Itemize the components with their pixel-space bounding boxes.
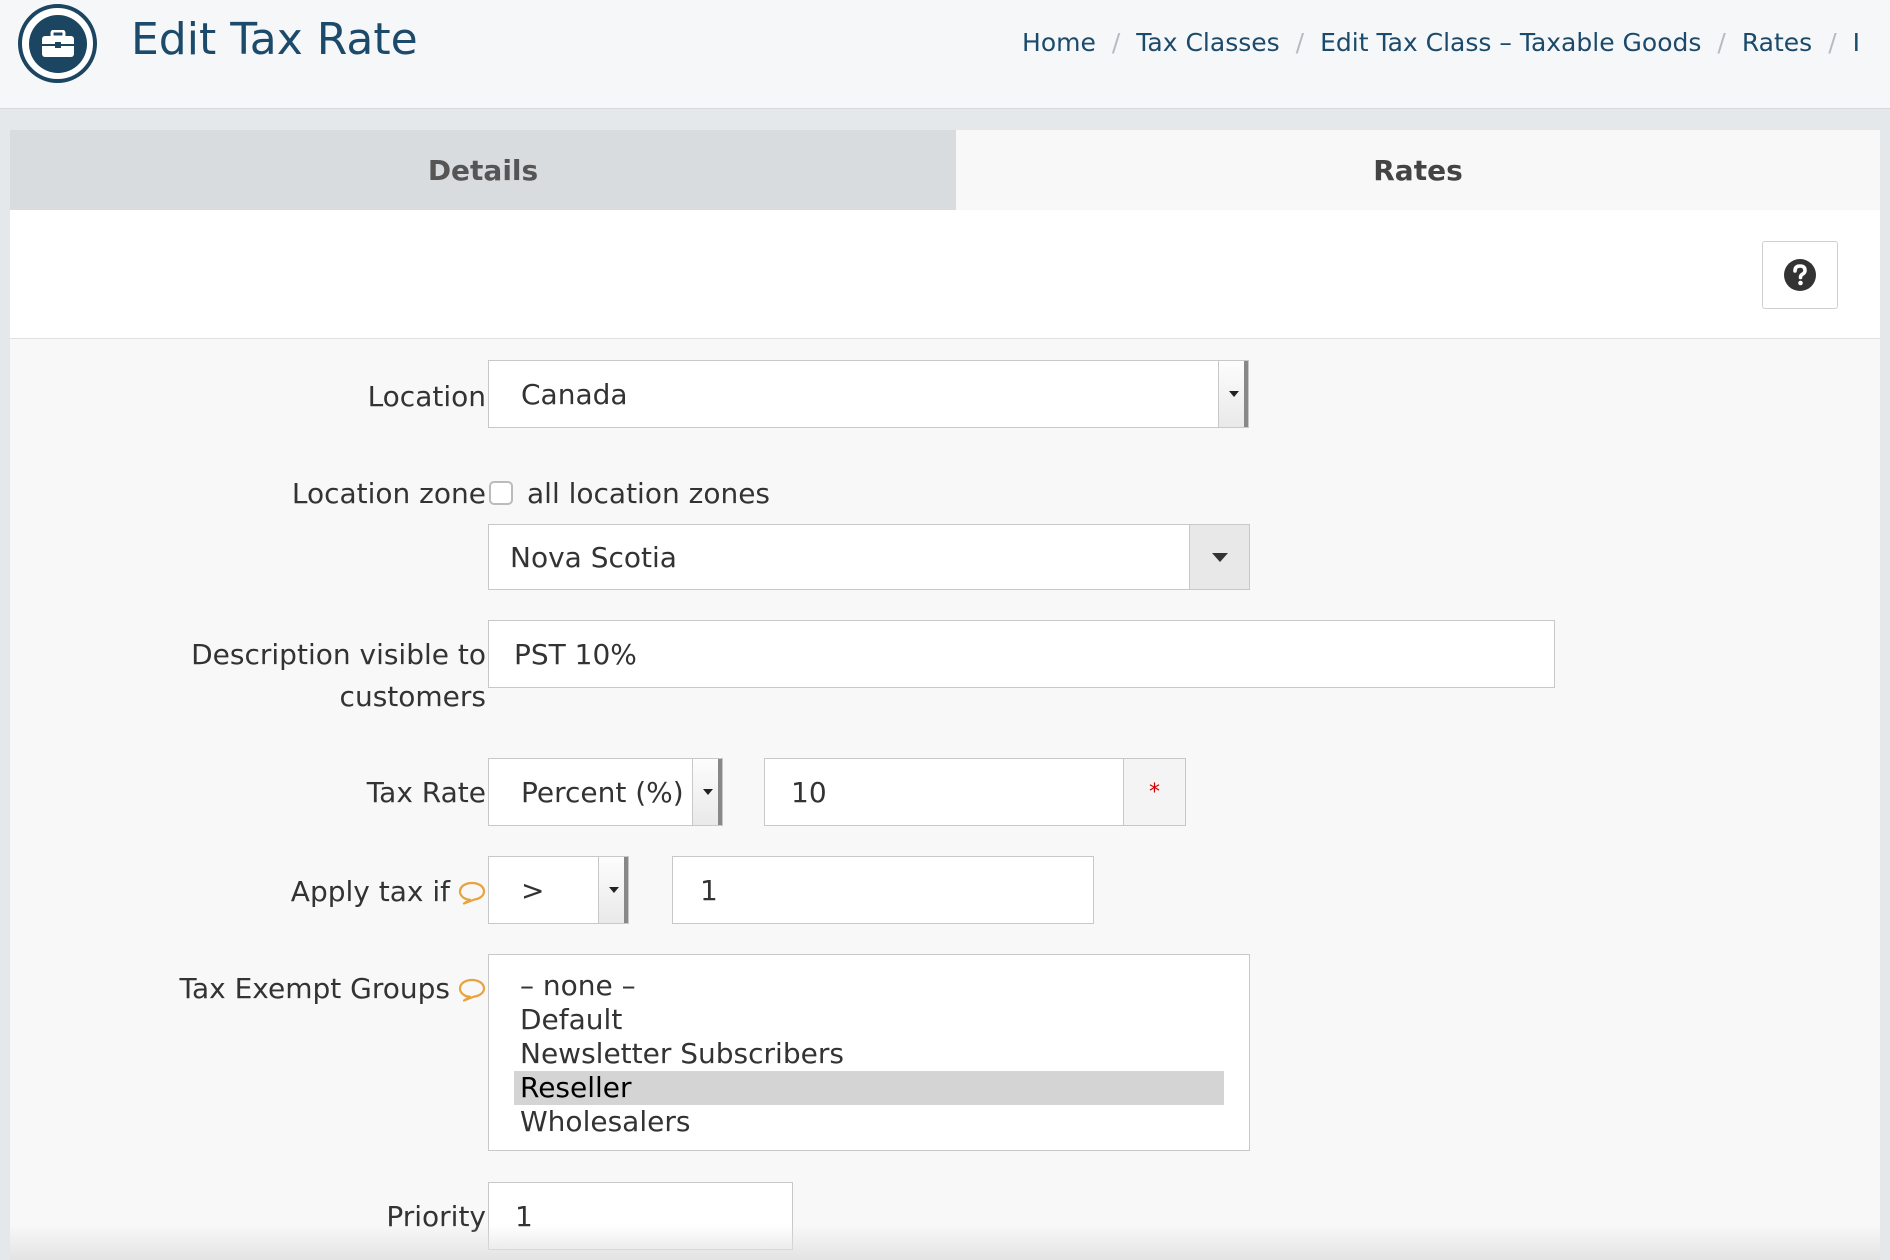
apply-tax-if-label: Apply tax if bbox=[291, 871, 486, 917]
tax-exempt-groups-label-text: Tax Exempt Groups bbox=[179, 972, 450, 1005]
tax-exempt-groups-listbox[interactable]: – none – Default Newsletter Subscribers … bbox=[488, 954, 1250, 1151]
location-zone-select[interactable]: Nova Scotia bbox=[488, 524, 1250, 590]
location-zone-label: Location zone bbox=[291, 477, 486, 510]
list-option-selected[interactable]: Reseller bbox=[514, 1071, 1224, 1105]
breadcrumb-current[interactable]: I bbox=[1853, 28, 1860, 57]
tab-rates[interactable]: Rates bbox=[956, 130, 1880, 210]
priority-input[interactable]: 1 bbox=[488, 1182, 793, 1250]
question-circle-icon bbox=[1784, 259, 1816, 291]
apply-tax-operator-select[interactable]: > bbox=[488, 856, 629, 924]
location-label: Location bbox=[367, 380, 486, 413]
breadcrumb-rates[interactable]: Rates bbox=[1742, 28, 1812, 57]
priority-label: Priority bbox=[386, 1200, 486, 1233]
apply-tax-value-input[interactable]: 1 bbox=[672, 856, 1094, 924]
help-button[interactable] bbox=[1762, 241, 1838, 309]
tooltip-comment-icon[interactable] bbox=[458, 972, 486, 1014]
required-marker: * bbox=[1123, 759, 1185, 825]
location-select-value: Canada bbox=[521, 377, 628, 411]
tax-rate-type-value: Percent (%) bbox=[521, 775, 684, 809]
description-label-line1: Description visible to bbox=[191, 638, 486, 671]
list-option[interactable]: – none – bbox=[514, 969, 1224, 1003]
tab-details[interactable]: Details bbox=[10, 130, 956, 210]
list-option[interactable]: Newsletter Subscribers bbox=[514, 1037, 1224, 1071]
breadcrumb-tax-classes[interactable]: Tax Classes bbox=[1136, 28, 1279, 57]
tooltip-comment-icon[interactable] bbox=[458, 875, 486, 917]
tax-rate-type-select[interactable]: Percent (%) bbox=[488, 758, 723, 826]
briefcase-icon bbox=[18, 4, 97, 83]
tax-rate-input-value: 10 bbox=[791, 775, 827, 809]
page-title: Edit Tax Rate bbox=[131, 14, 418, 65]
breadcrumb-edit-tax-class[interactable]: Edit Tax Class – Taxable Goods bbox=[1320, 28, 1701, 57]
location-zone-select-value: Nova Scotia bbox=[510, 540, 677, 574]
location-select[interactable]: Canada bbox=[488, 360, 1249, 428]
apply-tax-value: 1 bbox=[700, 873, 718, 907]
description-input-value: PST 10% bbox=[514, 637, 637, 671]
tax-rate-input[interactable]: 10 * bbox=[764, 758, 1186, 826]
breadcrumb: Home / Tax Classes / Edit Tax Class – Ta… bbox=[1022, 28, 1860, 57]
dropdown-arrow-icon bbox=[598, 857, 628, 923]
list-option[interactable]: Default bbox=[514, 1003, 1224, 1037]
tax-rate-label: Tax Rate bbox=[366, 776, 486, 809]
apply-tax-if-label-text: Apply tax if bbox=[290, 875, 450, 908]
panel-toolbar bbox=[10, 210, 1880, 339]
description-label-line2: customers bbox=[339, 680, 486, 713]
page-header: Edit Tax Rate Home / Tax Classes / Edit … bbox=[0, 0, 1890, 109]
description-input[interactable]: PST 10% bbox=[488, 620, 1555, 688]
list-option[interactable]: Wholesalers bbox=[514, 1105, 1224, 1139]
all-location-zones-checkbox[interactable] bbox=[489, 481, 513, 505]
priority-input-value: 1 bbox=[515, 1199, 533, 1233]
tax-exempt-groups-label: Tax Exempt Groups bbox=[180, 968, 486, 1014]
dropdown-arrow-icon bbox=[1218, 361, 1248, 427]
tab-bar: Details Rates bbox=[10, 130, 1880, 210]
dropdown-arrow-icon bbox=[692, 759, 722, 825]
breadcrumb-home[interactable]: Home bbox=[1022, 28, 1096, 57]
all-location-zones-label[interactable]: all location zones bbox=[527, 473, 770, 515]
chevron-down-icon[interactable] bbox=[1189, 525, 1249, 589]
